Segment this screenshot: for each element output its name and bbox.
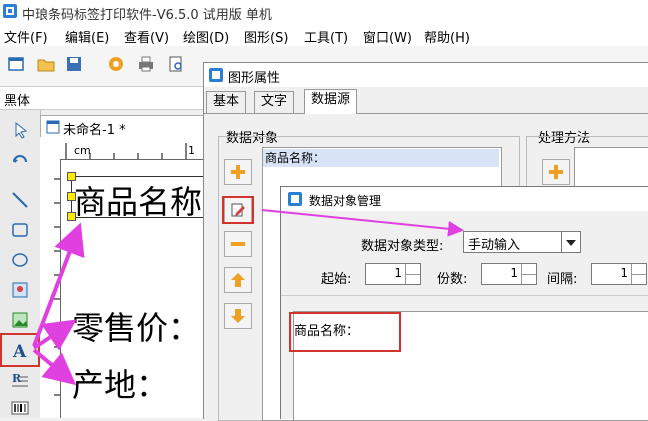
properties-dialog-title-bar: 图形属性 bbox=[204, 63, 648, 87]
properties-dialog-title: 图形属性 bbox=[228, 71, 281, 86]
rich-text-tool-icon[interactable]: R bbox=[8, 368, 32, 392]
label-text-retail-price[interactable]: 零售价： bbox=[72, 303, 200, 349]
data-object-type-value: 手动输入 bbox=[468, 238, 521, 253]
font-name-select[interactable]: 黑体 bbox=[4, 90, 30, 109]
pointer-tool-icon[interactable] bbox=[8, 118, 32, 142]
copies-spinner[interactable]: 1 bbox=[481, 263, 537, 285]
window-title-bar: 中琅条码标签打印软件-V6.5.0 试用版 单机 bbox=[0, 0, 648, 25]
add-processing-button[interactable] bbox=[542, 159, 570, 185]
spin-down-button[interactable] bbox=[631, 274, 646, 284]
document-tab[interactable]: 未命名-1 * bbox=[40, 115, 207, 138]
remove-data-object-button[interactable] bbox=[224, 231, 252, 257]
menu-view[interactable]: 查看(V) bbox=[124, 27, 169, 46]
svg-text:R: R bbox=[12, 372, 22, 385]
menu-edit[interactable]: 编辑(E) bbox=[65, 27, 109, 46]
tab-data-source[interactable]: 数据源 bbox=[304, 89, 358, 114]
interval-label: 间隔: bbox=[547, 272, 578, 287]
dialog-separator bbox=[281, 295, 648, 296]
menu-shape[interactable]: 图形(S) bbox=[244, 27, 288, 46]
settings-gear-icon[interactable] bbox=[106, 54, 126, 74]
ellipse-tool-icon[interactable] bbox=[8, 248, 32, 272]
copies-label: 份数: bbox=[437, 272, 468, 287]
new-file-icon[interactable] bbox=[6, 54, 26, 74]
interval-spinner[interactable]: 1 bbox=[591, 263, 647, 285]
app-icon bbox=[3, 4, 17, 18]
remove-icon bbox=[231, 242, 245, 246]
data-object-dialog-title: 数据对象管理 bbox=[309, 194, 382, 208]
data-object-list-item[interactable]: 商品名称： bbox=[263, 149, 499, 167]
picture-tool-icon[interactable] bbox=[8, 308, 32, 332]
open-folder-icon[interactable] bbox=[36, 54, 56, 74]
ruler-ticks bbox=[65, 143, 187, 159]
barcode-tool-icon[interactable] bbox=[8, 396, 32, 420]
copies-value: 1 bbox=[510, 266, 518, 280]
selection-handle[interactable] bbox=[67, 212, 76, 221]
rectangle-tool-icon[interactable] bbox=[8, 218, 32, 242]
menu-tools[interactable]: 工具(T) bbox=[304, 27, 348, 46]
dialog-icon bbox=[209, 68, 223, 82]
start-value: 1 bbox=[394, 266, 402, 280]
data-object-dialog-title-bar: 数据对象管理 bbox=[281, 187, 648, 211]
image-tool-icon[interactable] bbox=[8, 278, 32, 302]
text-tool-highlight-box bbox=[0, 333, 40, 367]
edit-button-highlight-box bbox=[222, 196, 254, 224]
label-text-origin[interactable]: 产地： bbox=[72, 360, 168, 406]
menu-draw[interactable]: 绘图(D) bbox=[183, 27, 229, 46]
font-bar: 黑体 bbox=[0, 87, 205, 110]
tab-text[interactable]: 文字 bbox=[254, 91, 295, 113]
selection-handle[interactable] bbox=[67, 192, 76, 201]
dialog-icon bbox=[288, 192, 302, 206]
interval-value: 1 bbox=[620, 266, 628, 280]
spin-down-button[interactable] bbox=[521, 274, 536, 284]
print-preview-icon[interactable] bbox=[166, 54, 186, 74]
dropdown-arrow-icon[interactable] bbox=[561, 232, 580, 252]
properties-tab-strip: 基本 文字 数据源 bbox=[204, 89, 648, 114]
drawing-tool-column: A R bbox=[0, 110, 41, 418]
menu-window[interactable]: 窗口(W) bbox=[363, 27, 412, 46]
window-title: 中琅条码标签打印软件-V6.5.0 试用版 单机 bbox=[22, 8, 272, 23]
start-label: 起始: bbox=[321, 272, 352, 287]
move-up-button[interactable] bbox=[224, 267, 252, 293]
line-tool-icon[interactable] bbox=[8, 188, 32, 212]
rotate-tool-icon[interactable] bbox=[8, 148, 32, 172]
content-highlight-box bbox=[289, 312, 401, 352]
menu-help[interactable]: 帮助(H) bbox=[424, 27, 470, 46]
spin-down-button[interactable] bbox=[405, 274, 420, 284]
document-icon bbox=[46, 120, 60, 134]
tab-basic[interactable]: 基本 bbox=[206, 91, 247, 113]
move-up-icon bbox=[231, 273, 245, 287]
add-icon bbox=[231, 165, 245, 179]
add-icon bbox=[549, 165, 563, 179]
menu-bar: 文件(F) 编辑(E) 查看(V) 绘图(D) 图形(S) 工具(T) 窗口(W… bbox=[0, 24, 648, 46]
move-down-button[interactable] bbox=[224, 303, 252, 329]
vertical-ruler-ticks bbox=[54, 178, 60, 396]
vertical-ruler bbox=[44, 159, 61, 418]
document-tab-label: 未命名-1 * bbox=[63, 123, 126, 138]
add-data-object-button[interactable] bbox=[224, 159, 252, 185]
selection-box bbox=[71, 176, 207, 218]
print-icon[interactable] bbox=[136, 54, 156, 74]
menu-file[interactable]: 文件(F) bbox=[4, 27, 48, 46]
data-object-type-label: 数据对象类型: bbox=[361, 239, 444, 254]
data-object-type-select[interactable]: 手动输入 bbox=[463, 231, 581, 253]
start-spinner[interactable]: 1 bbox=[365, 263, 421, 285]
data-object-management-dialog: 数据对象管理 数据对象类型: 手动输入 起始: 1 份数: 1 间隔: 1 商品… bbox=[280, 186, 648, 421]
move-down-icon bbox=[231, 309, 245, 323]
selection-handle[interactable] bbox=[67, 172, 76, 181]
save-icon[interactable] bbox=[64, 54, 84, 74]
horizontal-ruler: cm 1 bbox=[60, 143, 205, 160]
